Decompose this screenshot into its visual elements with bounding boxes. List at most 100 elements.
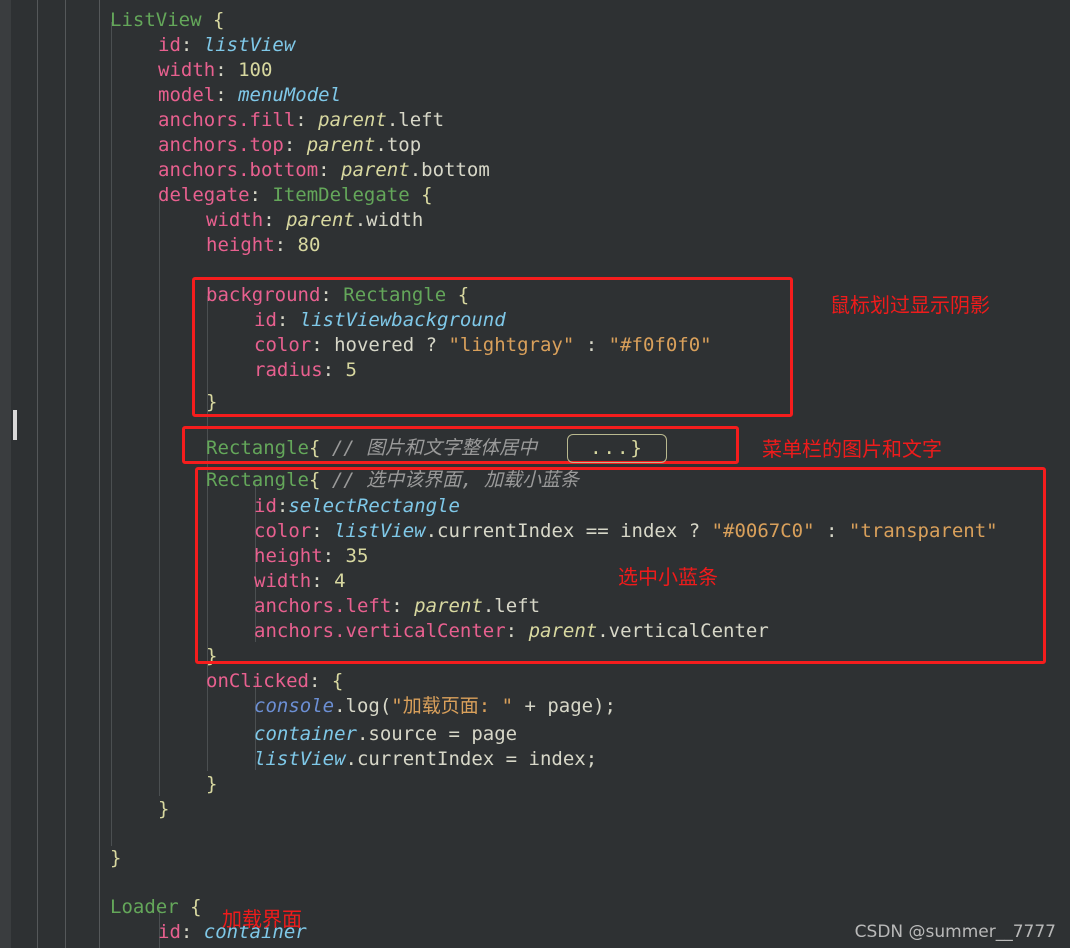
code-token: : <box>814 520 849 542</box>
code-token: height <box>254 545 323 567</box>
code-line: onClicked: { <box>0 669 1070 694</box>
code-token: } <box>206 391 218 413</box>
code-token: console <box>254 695 335 717</box>
annotation-blue-bar: 选中小蓝条 <box>618 565 718 589</box>
code-token: : hovered ? <box>311 334 449 356</box>
code-token: .width <box>354 209 424 231</box>
code-line: height: 80 <box>0 233 1070 258</box>
code-line: id:selectRectangle <box>0 494 1070 519</box>
code-token: : <box>311 520 335 542</box>
code-line: color: hovered ? "lightgray" : "#f0f0f0" <box>0 333 1070 358</box>
code-line: anchors.verticalCenter: parent.verticalC… <box>0 619 1070 644</box>
code-token: .top <box>375 134 422 156</box>
code-token: Loader <box>110 896 179 918</box>
code-editor[interactable]: ListView {id: listView width: 100 model: m… <box>0 0 1070 948</box>
code-token: + page); <box>513 695 616 717</box>
code-token: { <box>190 896 202 918</box>
code-token: listView <box>203 34 296 56</box>
code-token: id <box>158 921 181 943</box>
annotation-load-page: 加载界面 <box>222 907 302 931</box>
code-line: } <box>0 772 1070 797</box>
code-token: parent <box>414 595 483 617</box>
code-token: parent <box>318 109 387 131</box>
code-token: ItemDelegate <box>272 184 410 206</box>
collapsed-block-fold-widget[interactable]: ...} <box>567 434 667 463</box>
code-line: container.source = page <box>0 722 1070 747</box>
code-token: id <box>254 309 277 331</box>
code-token: "#0067C0" <box>711 520 815 542</box>
code-token: : <box>505 620 529 642</box>
code-token: width <box>206 209 264 231</box>
code-token: : <box>276 309 300 331</box>
code-token: : <box>276 495 289 517</box>
code-token: : <box>295 109 319 131</box>
code-token: { <box>212 9 225 31</box>
code-line: model: menuModel <box>0 83 1070 108</box>
code-token: ListView <box>110 9 202 31</box>
code-token: 100 <box>238 59 273 81</box>
code-line: anchors.top: parent.top <box>0 133 1070 158</box>
code-line: } <box>0 797 1070 822</box>
code-line: id: listView <box>0 33 1070 58</box>
code-token: : <box>320 284 344 306</box>
code-token: .log( <box>334 695 392 717</box>
code-token: width <box>254 570 312 592</box>
code-token: .currentIndex = index; <box>345 748 598 770</box>
code-line: } <box>0 644 1070 669</box>
code-token: : <box>322 359 346 381</box>
annotation-hover-shadow: 鼠标划过显示阴影 <box>830 293 990 317</box>
code-token: Rectangle <box>343 284 447 306</box>
code-line: width: 100 <box>0 58 1070 83</box>
code-token: delegate <box>158 184 250 206</box>
code-token: .verticalCenter <box>597 620 769 642</box>
code-token: 80 <box>297 234 321 256</box>
code-token: .source = page <box>356 723 518 745</box>
code-line: delegate: ItemDelegate { <box>0 183 1070 208</box>
code-line: width: 4 <box>0 569 1070 594</box>
code-token: parent <box>286 209 355 231</box>
code-token: listView <box>254 748 346 770</box>
code-token: selectRectangle <box>288 495 460 517</box>
code-token: } <box>158 798 170 820</box>
code-token: anchors.left <box>254 595 392 617</box>
code-token: Rectangle <box>206 437 309 459</box>
code-token: : <box>391 595 415 617</box>
code-line: height: 35 <box>0 544 1070 569</box>
code-token: : <box>180 921 204 943</box>
code-token: parent <box>341 159 410 181</box>
code-token: : <box>215 84 239 106</box>
code-token: background <box>206 284 321 306</box>
code-token: : <box>249 184 273 206</box>
code-token: } <box>110 847 122 869</box>
code-line: Rectangle{ // 选中该界面, 加载小蓝条 <box>0 468 1070 493</box>
code-token: onClicked <box>206 670 309 692</box>
code-line: anchors.left: parent.left <box>0 594 1070 619</box>
code-line: width: parent.width <box>0 208 1070 233</box>
code-text-area[interactable]: ListView {id: listView width: 100 model: m… <box>0 0 1070 948</box>
code-token: color <box>254 520 312 542</box>
code-token: .currentIndex == index ? <box>425 520 712 542</box>
code-token: { <box>421 184 433 206</box>
annotation-menu-image-text: 菜单栏的图片和文字 <box>762 437 942 461</box>
code-token: anchors.fill <box>158 109 296 131</box>
code-token: : <box>180 34 204 56</box>
code-line: } <box>0 846 1070 871</box>
code-token: 35 <box>345 545 369 567</box>
code-line: listView.currentIndex = index; <box>0 747 1070 772</box>
code-line: color: listView.currentIndex == index ? … <box>0 519 1070 544</box>
code-token: : <box>263 209 287 231</box>
code-token: container <box>254 723 357 745</box>
code-token: { <box>457 284 470 306</box>
code-token: "lightgray" <box>448 334 575 356</box>
code-token: listView <box>334 520 426 542</box>
code-token: "加载页面: " <box>391 695 514 717</box>
code-line: anchors.fill: parent.left <box>0 108 1070 133</box>
code-token: : <box>308 670 332 692</box>
code-token: anchors.top <box>158 134 284 156</box>
code-token: "#f0f0f0" <box>608 334 712 356</box>
